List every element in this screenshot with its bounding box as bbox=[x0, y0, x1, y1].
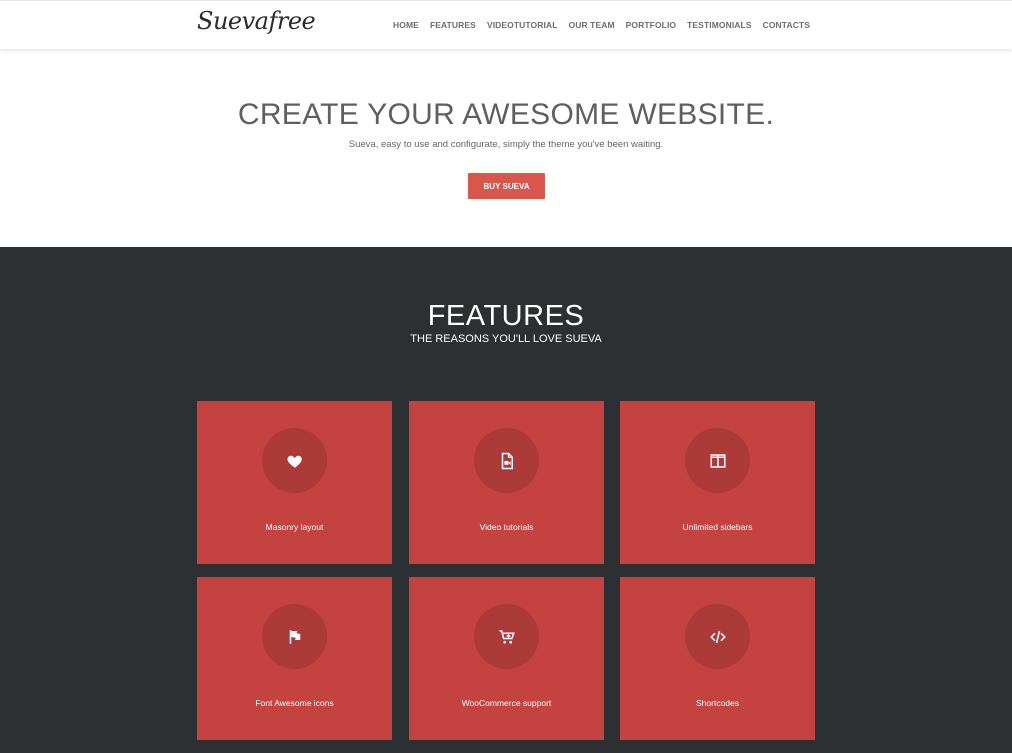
nav-our-team[interactable]: OUR TEAM bbox=[569, 20, 615, 30]
heart-icon bbox=[286, 455, 302, 468]
nav-videotutorial[interactable]: VIDEOTUTORIAL bbox=[487, 20, 558, 30]
features-title: FEATURES bbox=[427, 300, 585, 332]
flag-icon bbox=[289, 629, 300, 644]
main-nav: HOME FEATURES VIDEOTUTORIAL OUR TEAM POR… bbox=[393, 20, 810, 30]
buy-button[interactable]: BUY SUEVA bbox=[468, 173, 545, 199]
feature-label: Font Awesome icons bbox=[255, 698, 334, 708]
feature-icon-circle bbox=[474, 604, 539, 669]
site-logo[interactable]: Suevafree bbox=[197, 7, 316, 35]
feature-label: Masonry layout bbox=[265, 522, 324, 532]
feature-card-shortcodes[interactable]: Shortcodes bbox=[620, 577, 815, 740]
feature-label: WooCommerce support bbox=[461, 698, 552, 708]
cart-icon bbox=[499, 629, 515, 644]
feature-icon-circle bbox=[474, 428, 539, 493]
feature-icon-circle bbox=[262, 604, 327, 669]
feature-label: Shortcodes bbox=[696, 698, 739, 708]
feature-card-video[interactable]: Video tutorials bbox=[409, 401, 604, 564]
nav-testimonials[interactable]: TESTIMONIALS bbox=[687, 20, 751, 30]
columns-icon bbox=[710, 453, 725, 468]
hero-tagline: Sueva, easy to use and configurate, simp… bbox=[348, 139, 664, 150]
nav-portfolio[interactable]: PORTFOLIO bbox=[626, 20, 676, 30]
feature-card-masonry[interactable]: Masonry layout bbox=[197, 401, 392, 564]
feature-label: Unlimited sidebars bbox=[682, 522, 753, 532]
video-file-icon bbox=[501, 452, 513, 469]
hero-title: CREATE YOUR AWESOME WEBSITE. bbox=[237, 98, 775, 131]
hero-section: CREATE YOUR AWESOME WEBSITE. Sueva, easy… bbox=[0, 49, 1012, 247]
site-header: Suevafree HOME FEATURES VIDEOTUTORIAL OU… bbox=[0, 0, 1012, 49]
features-section: FEATURES THE REASONS YOU'LL LOVE SUEVA M… bbox=[0, 247, 1012, 753]
nav-home[interactable]: HOME bbox=[393, 20, 419, 30]
feature-card-sidebars[interactable]: Unlimited sidebars bbox=[620, 401, 815, 564]
feature-icon-circle bbox=[685, 604, 750, 669]
feature-icon-circle bbox=[262, 428, 327, 493]
features-subtitle: THE REASONS YOU'LL LOVE SUEVA bbox=[410, 333, 602, 345]
feature-card-woocommerce[interactable]: WooCommerce support bbox=[409, 577, 604, 740]
feature-icon-circle bbox=[685, 428, 750, 493]
nav-contacts[interactable]: CONTACTS bbox=[763, 20, 810, 30]
nav-features[interactable]: FEATURES bbox=[430, 20, 476, 30]
feature-label: Video tutorials bbox=[479, 522, 534, 532]
code-icon bbox=[709, 630, 726, 643]
feature-card-font-awesome[interactable]: Font Awesome icons bbox=[197, 577, 392, 740]
